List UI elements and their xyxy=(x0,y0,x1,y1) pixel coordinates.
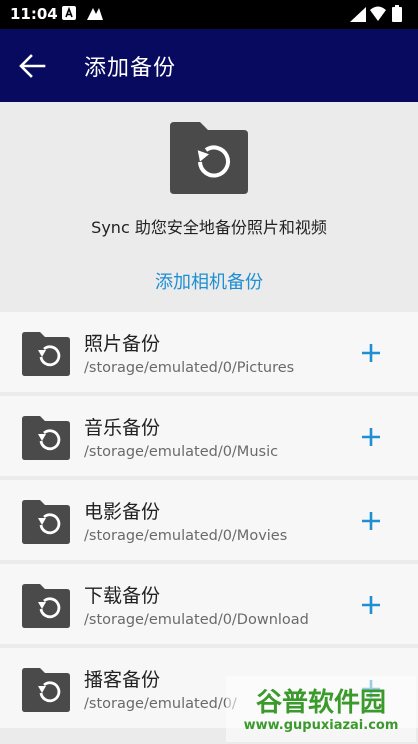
signal-icon xyxy=(350,7,366,22)
backup-list: 照片备份 /storage/emulated/0/Pictures 音乐备份 /… xyxy=(0,312,418,732)
app-bar: 添加备份 xyxy=(0,29,418,102)
folder-restore-icon xyxy=(22,332,70,376)
sync-notification-icon xyxy=(87,8,103,20)
watermark-url: www.gupuxiazai.com xyxy=(243,718,399,733)
item-path: /storage/emulated/0/ xyxy=(84,696,237,712)
arrow-back-icon[interactable] xyxy=(18,53,46,79)
folder-restore-icon xyxy=(22,584,70,628)
a-notification-icon xyxy=(62,6,76,20)
page-title: 添加备份 xyxy=(84,56,177,81)
status-time: 11:04 xyxy=(10,5,58,23)
folder-restore-icon xyxy=(22,500,70,544)
plus-icon[interactable] xyxy=(356,590,386,620)
list-item[interactable]: 下载备份 /storage/emulated/0/Download xyxy=(0,564,418,648)
list-item[interactable]: 电影备份 /storage/emulated/0/Movies xyxy=(0,480,418,564)
status-bar: 11:04 xyxy=(0,0,418,29)
folder-restore-icon xyxy=(22,416,70,460)
list-item[interactable]: 照片备份 /storage/emulated/0/Pictures xyxy=(0,312,418,396)
watermark: 谷普软件园 www.gupuxiazai.com xyxy=(226,676,416,742)
folder-restore-icon xyxy=(170,122,248,194)
folder-restore-icon xyxy=(22,668,70,712)
item-title: 播客备份 xyxy=(84,669,161,691)
plus-icon[interactable] xyxy=(356,422,386,452)
list-item[interactable]: 音乐备份 /storage/emulated/0/Music xyxy=(0,396,418,480)
backup-description: Sync 助您安全地备份照片和视频 xyxy=(91,218,327,237)
item-path: /storage/emulated/0/Download xyxy=(84,612,309,628)
battery-icon xyxy=(392,5,402,22)
item-path: /storage/emulated/0/Music xyxy=(84,444,279,460)
item-title: 下载备份 xyxy=(84,585,161,607)
wifi-icon xyxy=(370,6,386,21)
item-path: /storage/emulated/0/Pictures xyxy=(84,360,295,376)
plus-icon[interactable] xyxy=(356,506,386,536)
item-title: 音乐备份 xyxy=(84,417,161,439)
camera-backup-section: Sync 助您安全地备份照片和视频 添加相机备份 xyxy=(0,102,418,312)
watermark-brand: 谷普软件园 xyxy=(255,688,386,718)
item-title: 照片备份 xyxy=(84,333,161,355)
item-title: 电影备份 xyxy=(84,501,161,523)
add-camera-backup-link[interactable]: 添加相机备份 xyxy=(0,268,418,294)
item-path: /storage/emulated/0/Movies xyxy=(84,528,288,544)
plus-icon[interactable] xyxy=(356,338,386,368)
